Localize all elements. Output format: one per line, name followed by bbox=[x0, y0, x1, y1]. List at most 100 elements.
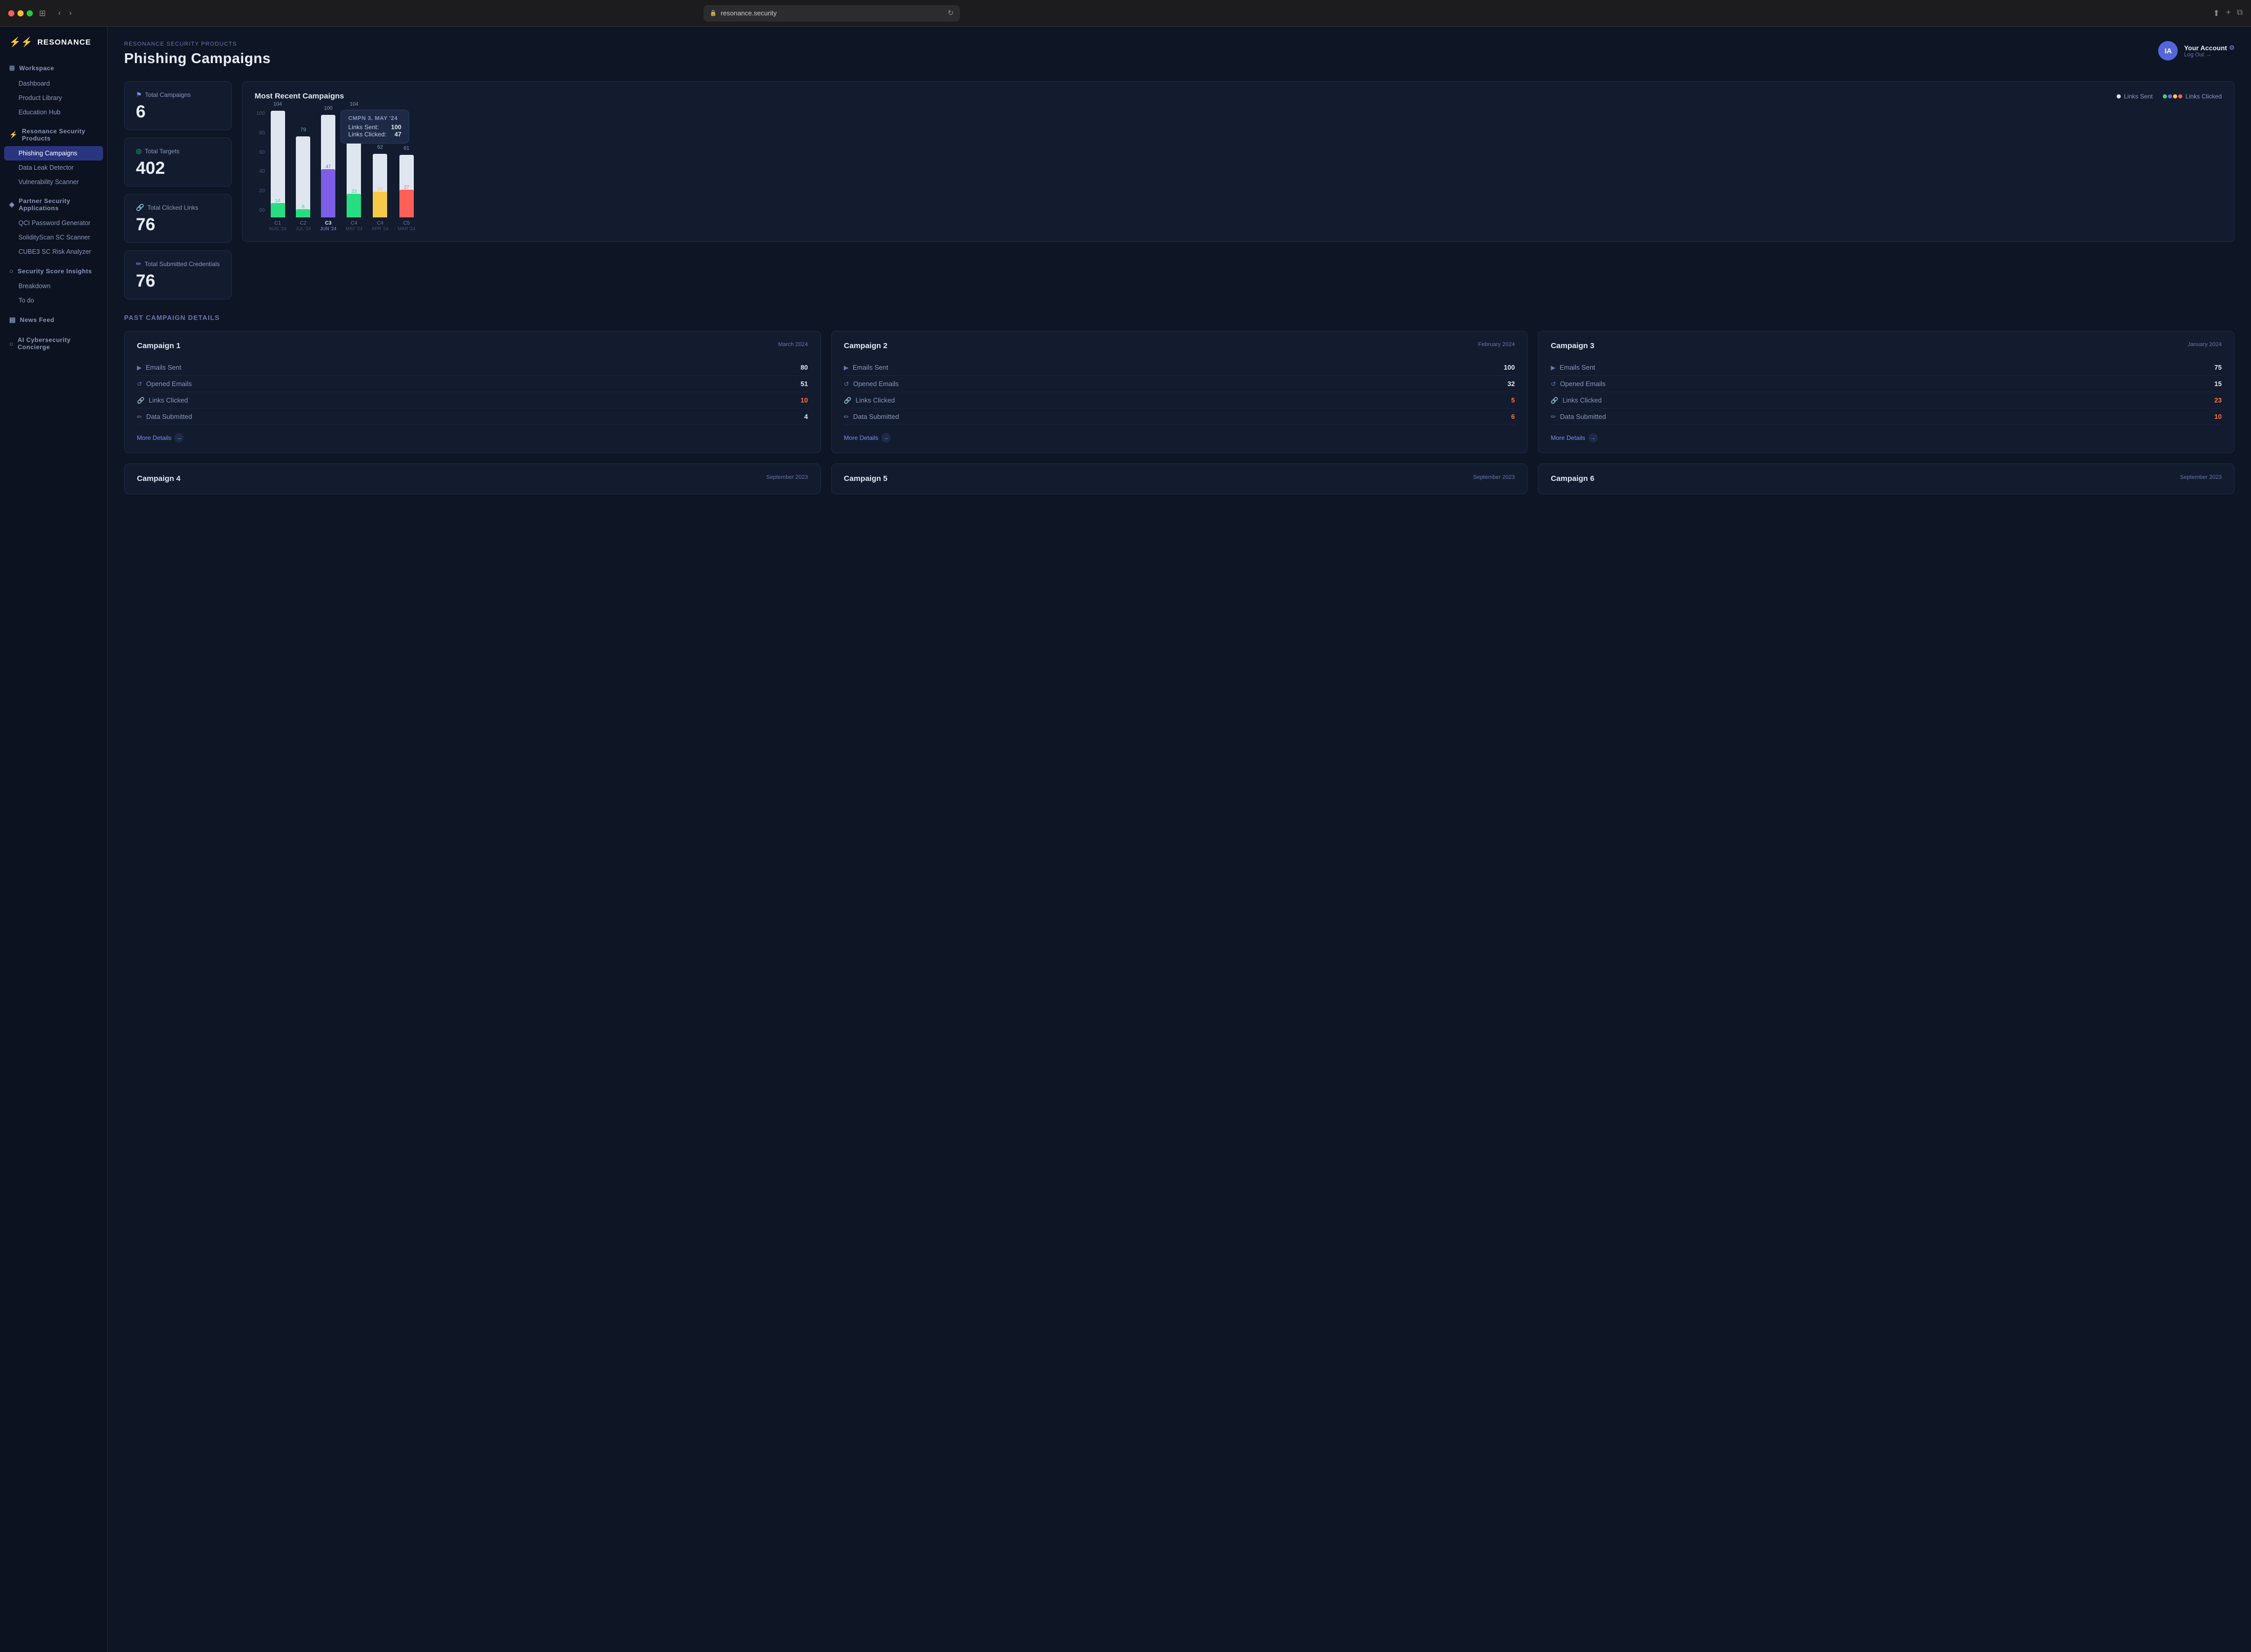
psa-label: Partner Security Applications bbox=[19, 197, 98, 212]
chart-body: 100 80 60 40 20 00 104 bbox=[255, 111, 2222, 231]
sidebar-item-phishing-campaigns[interactable]: Phishing Campaigns bbox=[4, 146, 103, 160]
tab-bar-icon[interactable]: ⊞ bbox=[39, 8, 46, 18]
psa-icon: ◈ bbox=[9, 200, 15, 209]
campaign-1-val-data: 4 bbox=[804, 413, 808, 420]
sidebar-item-dashboard[interactable]: Dashboard bbox=[0, 76, 107, 91]
bar-label-c4b-top: 62 bbox=[377, 145, 383, 150]
sidebar-item-solidityscan[interactable]: SolidityScan SC Scanner bbox=[0, 230, 107, 245]
sidebar-item-education-hub[interactable]: Education Hub bbox=[0, 105, 107, 119]
stat-label-total-submitted: ✏ Total Submitted Credentials bbox=[136, 260, 220, 268]
sidebar-section-ssi: ○ Security Score Insights Breakdown To d… bbox=[0, 263, 107, 308]
campaign-1-val-links: 10 bbox=[800, 396, 808, 404]
bar-clicked-c2 bbox=[296, 209, 310, 217]
bar-name-c1: C1 bbox=[274, 220, 281, 226]
campaign-3-stat-data: ✏ Data Submitted 10 bbox=[1551, 409, 2222, 425]
sidebar-item-data-leak-detector[interactable]: Data Leak Detector bbox=[0, 160, 107, 175]
bar-clicked-label-c2: 8 bbox=[296, 204, 310, 209]
maximize-button[interactable] bbox=[27, 10, 33, 16]
logout-link[interactable]: Log Out → bbox=[2184, 52, 2235, 58]
data-icon-3: ✏ bbox=[1551, 413, 1556, 420]
chart-legend: Links Sent Links Clicked bbox=[2117, 93, 2222, 100]
bar-label-c4a-top: 104 bbox=[350, 102, 358, 107]
sidebar-ssi-header[interactable]: ○ Security Score Insights bbox=[0, 263, 107, 279]
account-info: Your Account ⚙ Log Out → bbox=[2184, 44, 2235, 58]
more-details-3[interactable]: More Details → bbox=[1551, 433, 2222, 442]
more-details-1[interactable]: More Details → bbox=[137, 433, 808, 442]
new-tab-icon[interactable]: + bbox=[2226, 8, 2230, 18]
campaign-2-date: February 2024 bbox=[1478, 341, 1515, 348]
sidebar-item-cube3[interactable]: CUBE3 SC Risk Analyzer bbox=[0, 245, 107, 259]
sidebar-ai-header[interactable]: ○ AI Cybersecurity Concierge bbox=[0, 332, 107, 355]
campaigns-grid: Campaign 1 March 2024 ▶ Emails Sent 80 ↺… bbox=[124, 331, 2235, 453]
bar-date-c3: JUN '24 bbox=[320, 226, 336, 231]
total-submitted-icon: ✏ bbox=[136, 260, 142, 268]
campaign-card-2: Campaign 2 February 2024 ▶ Emails Sent 1… bbox=[831, 331, 1528, 453]
legend-sent-dot bbox=[2117, 94, 2121, 98]
campaign-1-label-opened: ↺ Opened Emails bbox=[137, 380, 192, 388]
stat-label-total-clicked: 🔗 Total Clicked Links bbox=[136, 204, 220, 212]
sidebar-item-breakdown[interactable]: Breakdown bbox=[0, 279, 107, 293]
logo-icon: ⚡⚡ bbox=[9, 37, 33, 48]
sidebar-news-header[interactable]: ▤ News Feed bbox=[0, 312, 107, 328]
campaign-card-5-partial: Campaign 5 September 2023 bbox=[831, 464, 1528, 494]
sidebar-psa-header[interactable]: ◈ Partner Security Applications bbox=[0, 193, 107, 216]
bar-sent-c4b bbox=[373, 154, 387, 217]
address-bar[interactable]: 🔒 resonance.security ↻ bbox=[704, 5, 960, 22]
campaign-4-date: September 2023 bbox=[766, 474, 808, 480]
campaign-1-val-opened: 51 bbox=[800, 380, 808, 388]
chart-y-axis: 100 80 60 40 20 00 bbox=[255, 111, 269, 213]
campaign-3-stat-links: 🔗 Links Clicked 23 bbox=[1551, 392, 2222, 409]
settings-icon[interactable]: ⚙ bbox=[2229, 44, 2235, 51]
sidebar-item-todo[interactable]: To do bbox=[0, 293, 107, 308]
ai-label: AI Cybersecurity Concierge bbox=[17, 336, 98, 351]
bar-clicked-c1 bbox=[271, 203, 285, 217]
sidebar-item-product-library[interactable]: Product Library bbox=[0, 91, 107, 105]
legend-clicked-dots bbox=[2163, 94, 2182, 98]
campaign-2-val-emails-sent: 100 bbox=[1504, 364, 1515, 371]
sidebar-rsp-header[interactable]: ⚡ Resonance Security Products bbox=[0, 124, 107, 146]
sidebar-section-psa: ◈ Partner Security Applications QCI Pass… bbox=[0, 193, 107, 259]
sidebar-workspace-header[interactable]: ⊞ Workspace bbox=[0, 60, 107, 76]
campaign-2-stat-emails-sent: ▶ Emails Sent 100 bbox=[844, 359, 1515, 376]
news-icon: ▤ bbox=[9, 316, 16, 324]
campaign-3-stat-emails-sent: ▶ Emails Sent 75 bbox=[1551, 359, 2222, 376]
bar-clicked-c3 bbox=[321, 169, 335, 217]
refresh-icon[interactable]: ↻ bbox=[948, 9, 954, 17]
campaign-2-val-opened: 32 bbox=[1508, 380, 1515, 388]
ssi-icon: ○ bbox=[9, 267, 13, 275]
share-icon[interactable]: ⬆ bbox=[2213, 8, 2220, 18]
workspace-icon: ⊞ bbox=[9, 64, 15, 72]
total-targets-icon: ◎ bbox=[136, 147, 142, 155]
legend-sent: Links Sent bbox=[2117, 93, 2153, 100]
logout-icon: → bbox=[2206, 52, 2212, 58]
avatar: IA bbox=[2158, 41, 2178, 61]
bar-group-c3[interactable]: 100 47 C3 JUN '24 bbox=[320, 115, 336, 231]
stats-column: ⚑ Total Campaigns 6 ◎ Total Targets 402 … bbox=[124, 81, 232, 299]
total-clicked-icon: 🔗 bbox=[136, 204, 144, 212]
emails-sent-icon-1: ▶ bbox=[137, 364, 142, 371]
emails-sent-icon-2: ▶ bbox=[844, 364, 849, 371]
browser-chrome: ⊞ ‹ › 🔒 resonance.security ↻ ⬆ + ⧉ bbox=[0, 0, 2251, 27]
sidebar-section-ai: ○ AI Cybersecurity Concierge bbox=[0, 332, 107, 355]
lock-icon: 🔒 bbox=[710, 10, 717, 16]
close-button[interactable] bbox=[8, 10, 14, 16]
minimize-button[interactable] bbox=[17, 10, 24, 16]
bar-name-c4b: C4 bbox=[377, 220, 384, 226]
bar-date-c4b: APR '24 bbox=[372, 226, 389, 231]
sidebar-item-qci[interactable]: QCI Password Generator bbox=[0, 216, 107, 230]
breadcrumb: Resonance Security Products bbox=[124, 41, 271, 47]
back-button[interactable]: ‹ bbox=[56, 7, 63, 20]
account-name: Your Account ⚙ bbox=[2184, 44, 2235, 52]
campaign-3-label-opened: ↺ Opened Emails bbox=[1551, 380, 1605, 388]
campaign-1-stat-emails-sent: ▶ Emails Sent 80 bbox=[137, 359, 808, 376]
bar-clicked-c4b bbox=[373, 192, 387, 217]
tabs-icon[interactable]: ⧉ bbox=[2237, 8, 2243, 18]
more-details-2[interactable]: More Details → bbox=[844, 433, 1515, 442]
campaign-1-stat-opened-emails: ↺ Opened Emails 51 bbox=[137, 376, 808, 392]
campaign-3-date: January 2024 bbox=[2187, 341, 2222, 348]
data-icon-1: ✏ bbox=[137, 413, 142, 420]
campaign-6-header: Campaign 6 September 2023 bbox=[1551, 474, 2222, 483]
bar-clicked-c5 bbox=[399, 190, 414, 217]
forward-button[interactable]: › bbox=[67, 7, 74, 20]
sidebar-item-vulnerability-scanner[interactable]: Vulnerability Scanner bbox=[0, 175, 107, 189]
